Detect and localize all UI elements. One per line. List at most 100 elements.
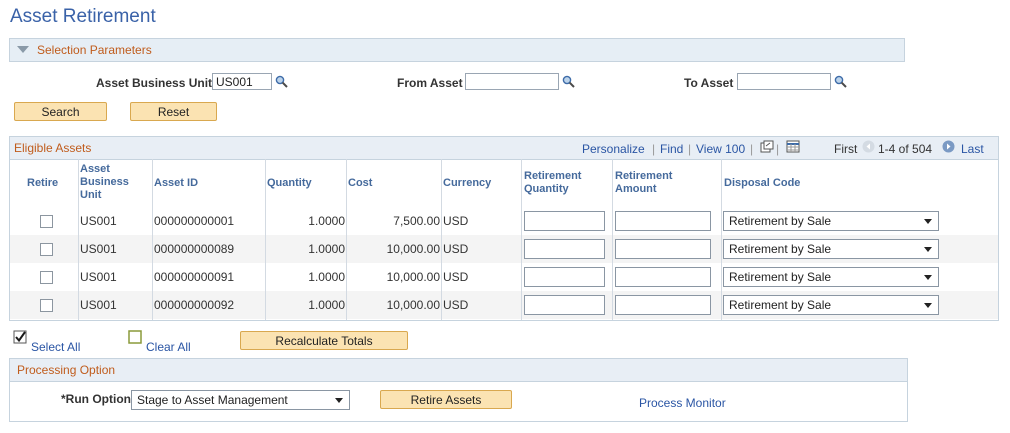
retirement-amount-input[interactable] [615, 211, 711, 231]
col-asset-id: Asset ID [154, 177, 199, 189]
next-arrow-icon[interactable] [942, 140, 955, 153]
retire-checkbox[interactable] [40, 299, 53, 312]
col-cost: Cost [348, 177, 373, 189]
col-disposal-code: Disposal Code [724, 177, 801, 189]
collapse-triangle-icon[interactable] [17, 46, 29, 53]
col-business-unit: Asset Business Unit [80, 163, 129, 201]
search-button[interactable]: Search [14, 102, 107, 121]
select-all-checkbox-icon[interactable] [13, 330, 27, 344]
retire-checkbox[interactable] [40, 243, 53, 256]
new-window-icon[interactable] [760, 140, 774, 153]
from-asset-label: From Asset [397, 76, 463, 90]
chevron-down-icon [924, 247, 932, 252]
row-asset-id: 000000000091 [154, 270, 235, 284]
from-asset-search-icon[interactable] [562, 75, 575, 88]
column-divider [346, 159, 347, 320]
row-quantity: 1.0000 [308, 298, 345, 312]
row-range: 1-4 of 504 [878, 142, 933, 156]
disposal-code-select[interactable]: Retirement by Sale [723, 239, 939, 259]
row-cost: 10,000.00 [386, 242, 440, 256]
processing-option-title: Processing Option [17, 363, 116, 377]
download-grid-icon[interactable] [786, 140, 800, 153]
retirement-amount-input[interactable] [615, 267, 711, 287]
page-title: Asset Retirement [10, 6, 156, 27]
nav-separator: | [776, 142, 780, 156]
disposal-code-select[interactable]: Retirement by Sale [723, 211, 939, 231]
retirement-quantity-input[interactable] [524, 295, 605, 315]
retire-checkbox[interactable] [40, 271, 53, 284]
row-business-unit: US001 [80, 214, 117, 228]
nav-separator: | [652, 142, 656, 156]
column-divider [721, 159, 722, 320]
row-currency: USD [443, 298, 469, 312]
process-monitor-link[interactable]: Process Monitor [639, 396, 726, 410]
first-label: First [834, 142, 858, 156]
processing-option-header: Processing Option [10, 359, 907, 382]
retirement-quantity-input[interactable] [524, 211, 605, 231]
retirement-quantity-input[interactable] [524, 267, 605, 287]
clear-all-checkbox-icon[interactable] [128, 330, 142, 344]
chevron-down-icon [924, 219, 932, 224]
row-asset-id: 000000000089 [154, 242, 235, 256]
run-option-label: *Run Option [61, 392, 131, 406]
recalculate-totals-button[interactable]: Recalculate Totals [240, 331, 408, 350]
column-divider [521, 159, 522, 320]
retirement-amount-input[interactable] [615, 295, 711, 315]
row-business-unit: US001 [80, 242, 117, 256]
col-quantity: Quantity [267, 177, 312, 189]
nav-separator: | [750, 142, 754, 156]
row-cost: 10,000.00 [386, 270, 440, 284]
eligible-assets-grid: Eligible Assets Personalize | Find | Vie… [9, 136, 999, 321]
retirement-amount-input[interactable] [615, 239, 711, 259]
business-unit-search-icon[interactable] [275, 75, 288, 88]
disposal-code-select[interactable]: Retirement by Sale [723, 295, 939, 315]
col-retire: Retire [27, 177, 59, 189]
selection-parameters-header[interactable]: Selection Parameters [9, 38, 905, 62]
to-asset-input[interactable] [737, 73, 831, 90]
col-retirement-quantity: Retirement Quantity [524, 170, 582, 195]
from-asset-input[interactable] [465, 73, 559, 90]
to-asset-search-icon[interactable] [834, 75, 847, 88]
reset-button[interactable]: Reset [130, 102, 217, 121]
previous-arrow-icon[interactable] [862, 140, 875, 153]
col-retirement-amount: Retirement Amount [615, 170, 673, 195]
to-asset-label: To Asset [684, 76, 734, 90]
row-quantity: 1.0000 [308, 270, 345, 284]
col-currency: Currency [443, 177, 492, 189]
chevron-down-icon [924, 275, 932, 280]
view-100-link[interactable]: View 100 [696, 142, 745, 156]
grid-title: Eligible Assets [14, 141, 92, 155]
table-row: US001 000000000089 1.0000 10,000.00 USD … [10, 235, 998, 263]
table-row: US001 000000000091 1.0000 10,000.00 USD … [10, 263, 998, 291]
row-business-unit: US001 [80, 270, 117, 284]
table-row: US001 000000000001 1.0000 7,500.00 USD R… [10, 207, 998, 235]
run-option-select[interactable]: Stage to Asset Management [131, 390, 350, 410]
row-currency: USD [443, 214, 469, 228]
disposal-code-select[interactable]: Retirement by Sale [723, 267, 939, 287]
row-asset-id: 000000000001 [154, 214, 235, 228]
last-link[interactable]: Last [961, 142, 984, 156]
row-quantity: 1.0000 [308, 214, 345, 228]
business-unit-label: Asset Business Unit [96, 76, 213, 90]
row-business-unit: US001 [80, 298, 117, 312]
retire-checkbox[interactable] [40, 215, 53, 228]
clear-all-link[interactable]: Clear All [146, 340, 191, 354]
chevron-down-icon [924, 303, 932, 308]
column-divider [78, 159, 79, 320]
selection-parameters-label: Selection Parameters [37, 43, 152, 57]
column-divider [152, 159, 153, 320]
chevron-down-icon [335, 398, 343, 403]
retire-assets-button[interactable]: Retire Assets [380, 390, 512, 409]
row-quantity: 1.0000 [308, 242, 345, 256]
column-divider [265, 159, 266, 320]
nav-separator: | [688, 142, 692, 156]
row-cost: 10,000.00 [386, 298, 440, 312]
grid-header-bar: Eligible Assets Personalize | Find | Vie… [10, 137, 998, 160]
find-link[interactable]: Find [660, 142, 683, 156]
personalize-link[interactable]: Personalize [582, 142, 645, 156]
select-all-link[interactable]: Select All [31, 340, 80, 354]
retirement-quantity-input[interactable] [524, 239, 605, 259]
row-asset-id: 000000000092 [154, 298, 235, 312]
table-row: US001 000000000092 1.0000 10,000.00 USD … [10, 291, 998, 319]
business-unit-input[interactable] [212, 73, 272, 90]
